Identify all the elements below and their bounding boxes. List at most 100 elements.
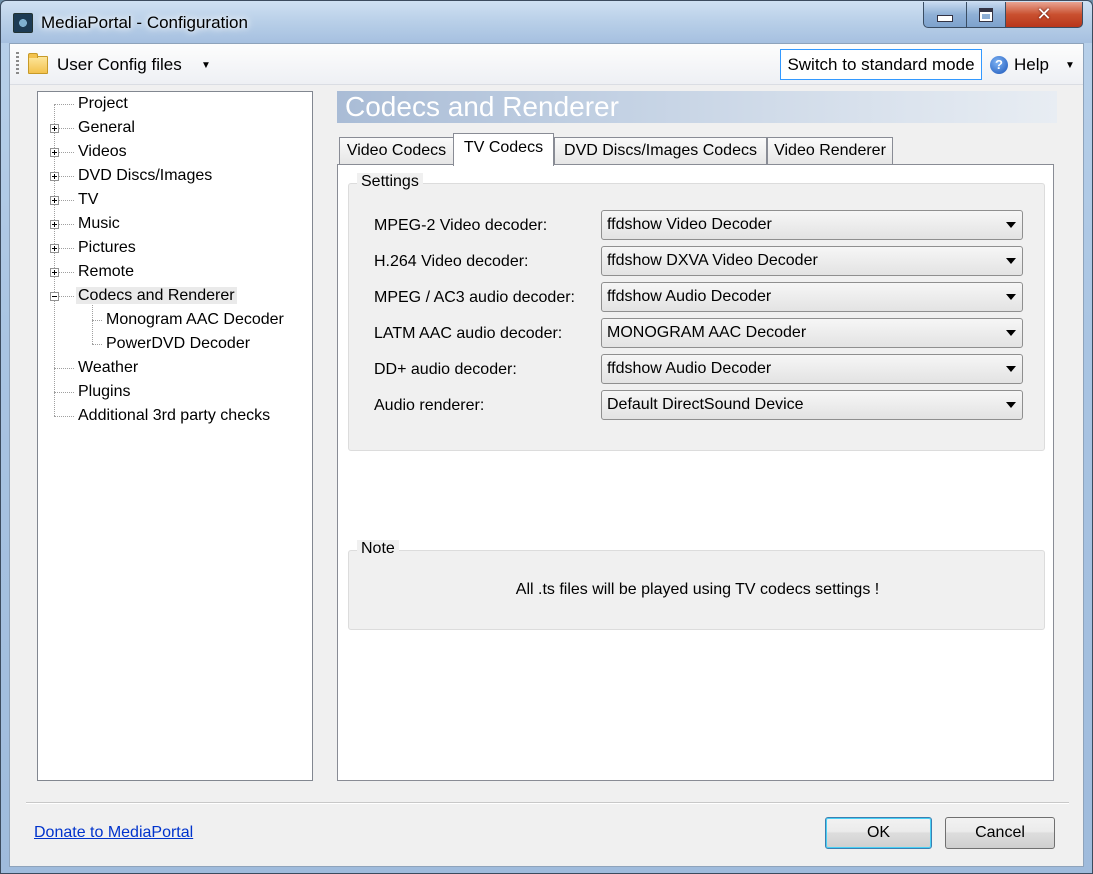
tree-item-label: Additional 3rd party checks xyxy=(78,407,271,424)
expand-plus-icon[interactable] xyxy=(50,172,59,181)
tree-item-label: Project xyxy=(78,95,128,112)
tree-item[interactable]: Pictures xyxy=(76,237,138,259)
note-group: Note All .ts files will be played using … xyxy=(348,540,1045,630)
section-tree[interactable]: Project General Videos DVD Discs/Images TV Mu… xyxy=(37,91,313,781)
close-icon: ✕ xyxy=(1036,4,1052,25)
title-bar[interactable]: MediaPortal - Configuration ✕ xyxy=(1,1,1092,43)
mpeg-ac3-audio-decoder-value: ffdshow Audio Decoder xyxy=(607,288,772,305)
tree-item[interactable]: General xyxy=(76,117,137,139)
window-title: MediaPortal - Configuration xyxy=(41,13,248,32)
close-button[interactable]: ✕ xyxy=(1005,2,1083,28)
tab-video-renderer[interactable]: Video Renderer xyxy=(767,137,893,165)
tree-item[interactable]: DVD Discs/Images xyxy=(76,165,214,187)
tree-item[interactable]: Plugins xyxy=(76,381,132,403)
panel-header: Codecs and Renderer xyxy=(337,91,1057,123)
minimize-button[interactable] xyxy=(923,2,967,28)
settings-group: Settings MPEG-2 Video decoder: ffdshow V… xyxy=(348,173,1045,451)
expand-plus-icon[interactable] xyxy=(50,220,59,229)
expand-plus-icon[interactable] xyxy=(50,268,59,277)
minimize-icon xyxy=(937,15,953,22)
tree-item-label: Music xyxy=(78,215,120,232)
expand-plus-icon[interactable] xyxy=(50,196,59,205)
tree-item-label: Remote xyxy=(78,263,135,280)
tree-connector-line xyxy=(54,368,74,370)
tree-item[interactable]: Additional 3rd party checks xyxy=(76,405,272,427)
collapse-minus-icon[interactable] xyxy=(50,292,59,301)
tree-item[interactable]: Videos xyxy=(76,141,129,163)
tree-connector-line xyxy=(92,320,102,322)
tab-dvd-discs-images-codecs[interactable]: DVD Discs/Images Codecs xyxy=(554,137,767,165)
mpeg-ac3-audio-decoder-label: MPEG / AC3 audio decoder: xyxy=(374,289,575,306)
tree-item-label: Videos xyxy=(78,143,127,160)
mpeg2-video-decoder-select[interactable]: ffdshow Video Decoder xyxy=(601,210,1023,240)
mediaportal-app-icon[interactable] xyxy=(13,13,33,33)
tree-item-label: DVD Discs/Images xyxy=(78,167,213,184)
ddplus-audio-decoder-select[interactable]: ffdshow Audio Decoder xyxy=(601,354,1023,384)
tree-item-label: PowerDVD Decoder xyxy=(106,335,251,352)
latm-aac-audio-decoder-value: MONOGRAM AAC Decoder xyxy=(607,324,807,341)
tree-item-label: General xyxy=(78,119,135,136)
tree-item-label: Codecs and Renderer xyxy=(76,287,237,304)
switch-to-standard-mode-button[interactable]: Switch to standard mode xyxy=(780,49,982,80)
donate-link[interactable]: Donate to MediaPortal xyxy=(34,824,193,842)
h264-video-decoder-label: H.264 Video decoder: xyxy=(374,253,529,270)
tree-item-label: Weather xyxy=(78,359,139,376)
ddplus-audio-decoder-value: ffdshow Audio Decoder xyxy=(607,360,772,377)
cancel-button[interactable]: Cancel xyxy=(945,817,1055,849)
tree-item[interactable]: Remote xyxy=(76,261,136,283)
tree-item-label: Monogram AAC Decoder xyxy=(106,311,284,328)
audio-renderer-select[interactable]: Default DirectSound Device xyxy=(601,390,1023,420)
mpeg2-video-decoder-label: MPEG-2 Video decoder: xyxy=(374,217,548,234)
maximize-icon xyxy=(979,7,993,22)
latm-aac-audio-decoder-label: LATM AAC audio decoder: xyxy=(374,325,563,342)
chevron-down-icon xyxy=(1006,330,1016,336)
expand-plus-icon[interactable] xyxy=(50,148,59,157)
tree-connector-line xyxy=(92,344,102,346)
settings-group-label: Settings xyxy=(357,173,423,191)
chevron-down-icon xyxy=(1006,222,1016,228)
footer-divider xyxy=(26,802,1069,804)
chevron-down-icon[interactable]: ▼ xyxy=(201,60,211,71)
toolbar: User Config files ▼ Switch to standard m… xyxy=(10,44,1083,85)
tab-video-codecs[interactable]: Video Codecs xyxy=(339,137,454,165)
tab-tv-codecs[interactable]: TV Codecs xyxy=(453,133,554,166)
tv-codecs-tab-page: Settings MPEG-2 Video decoder: ffdshow V… xyxy=(337,164,1054,781)
tree-connector-line xyxy=(54,104,74,106)
h264-video-decoder-select[interactable]: ffdshow DXVA Video Decoder xyxy=(601,246,1023,276)
tree-item-label: TV xyxy=(78,191,99,208)
tree-item[interactable]: TV xyxy=(76,189,100,211)
chevron-down-icon xyxy=(1006,366,1016,372)
tree-child-connector-line xyxy=(92,301,94,344)
tree-item[interactable]: Monogram AAC Decoder xyxy=(104,309,286,331)
chevron-down-icon xyxy=(1006,294,1016,300)
user-config-files-menu[interactable]: User Config files xyxy=(57,55,182,75)
mpeg2-video-decoder-value: ffdshow Video Decoder xyxy=(607,216,772,233)
tree-item[interactable]: PowerDVD Decoder xyxy=(104,333,252,355)
h264-video-decoder-value: ffdshow DXVA Video Decoder xyxy=(607,252,818,269)
audio-renderer-label: Audio renderer: xyxy=(374,397,485,414)
ddplus-audio-decoder-label: DD+ audio decoder: xyxy=(374,361,517,378)
expand-plus-icon[interactable] xyxy=(50,244,59,253)
main-window: MediaPortal - Configuration ✕ User Confi… xyxy=(0,0,1093,874)
tree-connector-line xyxy=(54,392,74,394)
tree-item-label: Plugins xyxy=(78,383,131,400)
note-text: All .ts files will be played using TV co… xyxy=(515,581,880,598)
maximize-button[interactable] xyxy=(966,2,1006,28)
latm-aac-audio-decoder-select[interactable]: MONOGRAM AAC Decoder xyxy=(601,318,1023,348)
tree-item[interactable]: Weather xyxy=(76,357,140,379)
help-icon[interactable]: ? xyxy=(990,56,1008,74)
help-menu[interactable]: Help xyxy=(1014,55,1049,75)
chevron-down-icon xyxy=(1006,402,1016,408)
toolbar-grip-icon[interactable] xyxy=(16,52,19,76)
tree-item[interactable]: Music xyxy=(76,213,122,235)
page-title: Codecs and Renderer xyxy=(345,91,619,122)
audio-renderer-value: Default DirectSound Device xyxy=(607,396,804,413)
ok-button[interactable]: OK xyxy=(825,817,932,849)
tree-item[interactable]: Codecs and Renderer xyxy=(76,285,237,307)
client-area: User Config files ▼ Switch to standard m… xyxy=(9,43,1084,867)
expand-plus-icon[interactable] xyxy=(50,124,59,133)
tree-item-label: Pictures xyxy=(78,239,136,256)
help-chevron-down-icon[interactable]: ▼ xyxy=(1065,60,1075,71)
tree-item[interactable]: Project xyxy=(76,93,130,115)
mpeg-ac3-audio-decoder-select[interactable]: ffdshow Audio Decoder xyxy=(601,282,1023,312)
